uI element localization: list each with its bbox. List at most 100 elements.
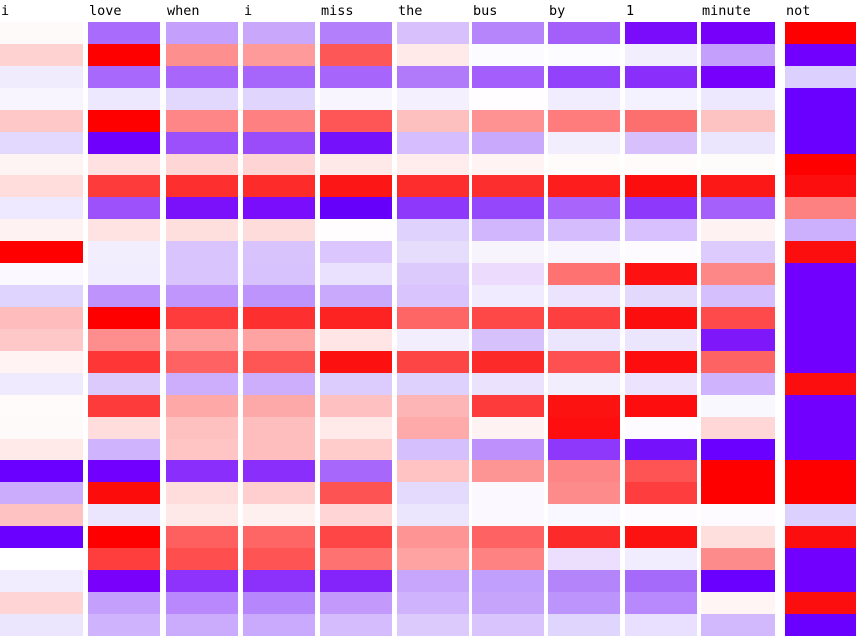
heatmap-cell (701, 219, 775, 242)
heatmap-cell (785, 285, 856, 307)
heatmap-cell (0, 416, 83, 439)
heatmap-cell (548, 591, 620, 614)
heatmap-cell (625, 131, 697, 154)
heatmap-cell (88, 109, 160, 132)
heatmap-cell (625, 372, 697, 395)
heatmap-cell (472, 241, 544, 264)
heatmap-column-2 (166, 22, 238, 636)
heatmap-cell (243, 153, 315, 176)
heatmap-cell (166, 613, 238, 636)
heatmap-cell (397, 175, 469, 198)
heatmap-cell (0, 613, 83, 636)
heatmap-cell (397, 372, 469, 395)
heatmap-cell (243, 394, 315, 417)
heatmap-cell (472, 482, 544, 505)
heatmap-cell (166, 350, 238, 373)
heatmap-cell (785, 241, 856, 264)
heatmap-cell (701, 591, 775, 614)
heatmap-cell (166, 372, 238, 395)
heatmap-cell (472, 504, 544, 527)
heatmap-cell (472, 613, 544, 636)
heatmap-cell (701, 570, 775, 592)
heatmap-cell (166, 438, 238, 461)
heatmap-cell (397, 306, 469, 329)
heatmap-cell (88, 43, 160, 66)
heatmap-cell (320, 285, 392, 307)
heatmap-cell (625, 613, 697, 636)
heatmap-cell (166, 153, 238, 176)
heatmap-cell (397, 109, 469, 132)
heatmap-cell (166, 548, 238, 571)
heatmap-cell (548, 65, 620, 88)
heatmap-cell (166, 197, 238, 220)
heatmap-cell (472, 22, 544, 44)
heatmap-cell (548, 504, 620, 527)
heatmap-cell (397, 482, 469, 505)
heatmap-cell (320, 87, 392, 110)
heatmap-cell (0, 548, 83, 571)
heatmap-cell (548, 416, 620, 439)
heatmap-cell (472, 131, 544, 154)
heatmap-cell (625, 438, 697, 461)
heatmap-cell (785, 394, 856, 417)
heatmap-cell (785, 548, 856, 571)
heatmap-cell (785, 460, 856, 483)
heatmap-cell (785, 526, 856, 549)
heatmap-cell (397, 197, 469, 220)
heatmap-cell (472, 548, 544, 571)
heatmap-cell (701, 482, 775, 505)
heatmap-cell (701, 350, 775, 373)
heatmap-cell (785, 65, 856, 88)
heatmap-cell (88, 548, 160, 571)
heatmap-cell (472, 285, 544, 307)
heatmap-cell (0, 175, 83, 198)
heatmap-cell (0, 350, 83, 373)
heatmap-cell (166, 131, 238, 154)
heatmap-cell (0, 153, 83, 176)
column-label-7: by (549, 3, 566, 19)
heatmap-cell (397, 241, 469, 264)
heatmap-column-1 (88, 22, 160, 636)
heatmap-cell (701, 241, 775, 264)
heatmap-cell (243, 591, 315, 614)
heatmap-cell (0, 591, 83, 614)
heatmap-cell (701, 109, 775, 132)
heatmap-cell (243, 416, 315, 439)
column-label-6: bus (473, 3, 498, 19)
heatmap-cell (0, 87, 83, 110)
heatmap-cell (701, 153, 775, 176)
heatmap-cell (166, 504, 238, 527)
heatmap-cell (166, 43, 238, 66)
heatmap-cell (785, 109, 856, 132)
heatmap-cell (397, 591, 469, 614)
heatmap-cell (472, 65, 544, 88)
heatmap-cell (625, 328, 697, 351)
heatmap-cell (397, 219, 469, 242)
heatmap-cell (320, 131, 392, 154)
heatmap-cell (548, 394, 620, 417)
heatmap-cell (701, 285, 775, 307)
heatmap-cell (472, 570, 544, 592)
heatmap-cell (785, 175, 856, 198)
heatmap-cell (243, 613, 315, 636)
heatmap-cell (166, 591, 238, 614)
heatmap-cell (785, 570, 856, 592)
heatmap-cell (88, 394, 160, 417)
attention-heatmap-figure: i love when i miss the bus by 1 minute not (0, 0, 856, 636)
heatmap-cell (701, 65, 775, 88)
column-label-8: 1 (626, 3, 635, 19)
heatmap-cell (397, 328, 469, 351)
heatmap-cell (320, 263, 392, 286)
heatmap-cell (243, 175, 315, 198)
heatmap-cell (472, 526, 544, 549)
heatmap-cell (320, 372, 392, 395)
heatmap-cell (397, 87, 469, 110)
heatmap-column-3 (243, 22, 315, 636)
heatmap-cell (397, 65, 469, 88)
heatmap-cell (88, 22, 160, 44)
heatmap-cell (0, 22, 83, 44)
heatmap-cell (472, 197, 544, 220)
heatmap-cell (701, 87, 775, 110)
heatmap-cell (785, 22, 856, 44)
heatmap-cell (320, 570, 392, 592)
